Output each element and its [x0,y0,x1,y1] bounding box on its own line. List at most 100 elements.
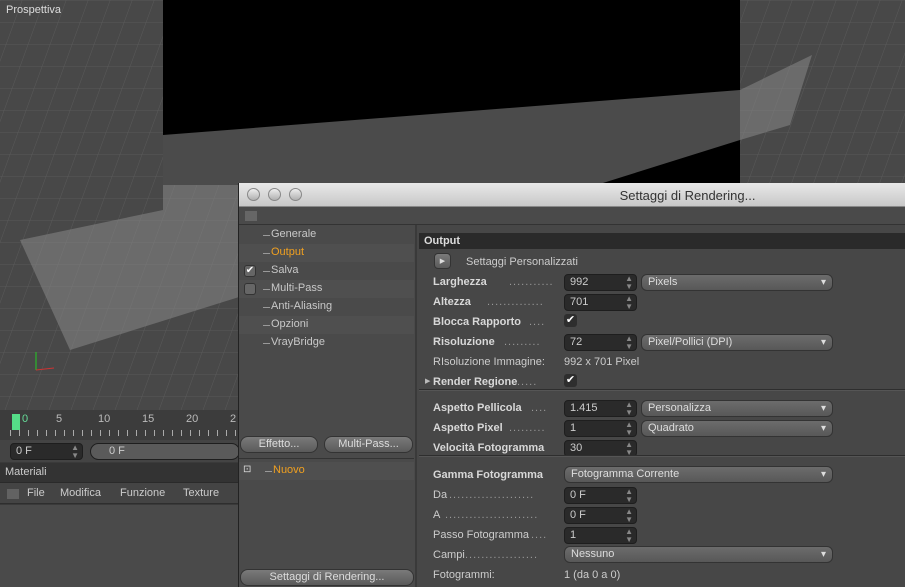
frames-label: Fotogrammi: [433,569,495,581]
materials-menu: File Modifica Funzione Texture [0,483,240,504]
from-value: 0 F [570,489,586,501]
frame-slider-value: 0 F [109,445,125,457]
nav-label: Output [262,246,305,258]
nav-item-multi-pass[interactable]: Multi-Pass [239,280,414,298]
timeline-tick: 5 [56,413,63,425]
materials-title: Materiali [0,463,240,483]
pixel-aspect-label: Aspetto Pixel [433,422,503,434]
spinner-icon[interactable]: ▲ ▼ [625,401,633,417]
nav-label: VrayBridge [262,336,326,348]
height-value: 701 [570,296,589,308]
width-value: 992 [570,276,589,288]
materials-area[interactable] [0,505,240,587]
section-header: Output [419,233,905,249]
timeline-tick: 15 [142,413,155,425]
from-label: Da [433,489,448,501]
fields-dropdown[interactable]: Nessuno [564,546,833,563]
image-resolution-value: 992 x 701 Pixel [564,356,640,368]
timeline-tick: 0 [22,413,29,425]
width-field[interactable]: 992 ▲ ▼ [564,274,637,291]
timeline-playhead[interactable] [12,414,20,430]
render-region-checkbox[interactable]: ✔ [564,374,577,387]
timeline-tick: 2 [230,413,237,425]
dialog-title: Settaggi di Rendering... [619,188,756,203]
render-preset-icon: ⊡ [243,464,252,475]
film-aspect-dropdown[interactable]: Personalizza [641,400,833,417]
current-frame-value: 0 F [16,445,32,457]
expand-triangle-icon[interactable]: ▶ [425,377,430,385]
salva-checkbox[interactable]: ✔ [244,265,256,277]
to-field[interactable]: 0 F ▲ ▼ [564,507,637,524]
film-aspect-value: 1.415 [570,402,598,414]
spinner-icon[interactable]: ▲ ▼ [625,295,633,311]
multipass-button[interactable]: Multi-Pass... [324,436,413,453]
nav-item-vraybridge[interactable]: VrayBridge [239,334,414,352]
width-unit-dropdown[interactable]: Pixels [641,274,833,291]
film-aspect-field[interactable]: 1.415 ▲ ▼ [564,400,637,417]
from-field[interactable]: 0 F ▲ ▼ [564,487,637,504]
frame-range-dropdown[interactable]: Fotogramma Corrente [564,466,833,483]
timeline-tick: 10 [98,413,111,425]
resolution-unit-dropdown[interactable]: Pixel/Pollici (DPI) [641,334,833,351]
nav-label: Opzioni [262,318,309,330]
preset-item-nuovo[interactable]: ⊡ Nuovo [239,462,414,480]
grip-icon[interactable] [245,211,257,221]
height-label: Altezza [433,296,471,308]
nav-item-salva[interactable]: ✔ Salva [239,262,414,280]
title-bar[interactable]: Settaggi di Rendering... [239,183,905,207]
viewport-label: Prospettiva [6,4,62,16]
frame-rate-label: Velocità Fotogramma [433,442,545,454]
menu-file[interactable]: File [27,487,45,499]
frame-controls: 0 F ▲ ▼ 0 F [0,440,240,462]
image-resolution-label: RIsoluzione Immagine: [433,356,545,368]
fields-label: Campi [433,549,465,561]
timeline-tick: 20 [186,413,199,425]
nav-label: Multi-Pass [262,282,323,294]
width-label: Larghezza [433,276,487,288]
to-label: A [433,509,441,521]
nav-item-anti-aliasing[interactable]: Anti-Aliasing [239,298,414,316]
frames-value: 1 (da 0 a 0) [564,569,621,581]
render-settings-dialog: Settaggi di Rendering... Generale Output… [238,183,905,587]
current-frame-field[interactable]: 0 F ▲ ▼ [10,443,83,460]
pixel-aspect-field[interactable]: 1 ▲ ▼ [564,420,637,437]
multi-pass-checkbox[interactable] [244,283,256,295]
pixel-aspect-value: 1 [570,422,577,434]
menu-texture[interactable]: Texture [183,487,219,499]
spinner-icon[interactable]: ▲ ▼ [625,335,633,351]
resolution-field[interactable]: 72 ▲ ▼ [564,334,637,351]
spinner-icon[interactable]: ▲ ▼ [71,444,79,460]
render-region-label: Render Regione [433,376,518,388]
film-aspect-label: Aspetto Pellicola [433,402,522,414]
frame-step-field[interactable]: 1 ▲ ▼ [564,527,637,544]
frame-step-value: 1 [570,529,577,541]
height-field[interactable]: 701 ▲ ▼ [564,294,637,311]
preset-label: Nuovo [265,464,305,476]
frame-range-label: Gamma Fotogramma [433,469,544,481]
lock-ratio-checkbox[interactable]: ✔ [564,314,577,327]
menu-funzione[interactable]: Funzione [120,487,165,499]
nav-label: Salva [263,264,299,276]
pixel-aspect-dropdown[interactable]: Quadrato [641,420,833,437]
output-panel: Output ▶ Settaggi Personalizzati Larghez… [419,225,905,587]
grip-icon[interactable] [7,489,19,499]
expand-preset-button[interactable]: ▶ [434,253,451,269]
lock-ratio-label: Blocca Rapporto [433,316,522,328]
nav-label: Generale [262,228,317,240]
effect-button[interactable]: Effetto... [240,436,318,453]
resolution-value: 72 [570,336,583,348]
frame-step-label: Passo Fotogramma [433,529,529,541]
spinner-icon[interactable]: ▲ ▼ [625,421,633,437]
frame-slider[interactable]: 0 F [90,443,240,460]
timeline[interactable]: 0 5 10 15 20 2 [0,410,240,440]
menu-modifica[interactable]: Modifica [60,487,101,499]
spinner-icon[interactable]: ▲ ▼ [625,488,633,504]
nav-item-opzioni[interactable]: Opzioni [239,316,414,334]
nav-item-output[interactable]: Output [239,244,414,262]
spinner-icon[interactable]: ▲ ▼ [625,275,633,291]
nav-item-generale[interactable]: Generale [239,226,414,244]
spinner-icon[interactable]: ▲ ▼ [625,528,633,544]
dialog-toolbar [239,207,905,225]
spinner-icon[interactable]: ▲ ▼ [625,508,633,524]
render-settings-button[interactable]: Settaggi di Rendering... [240,569,414,586]
